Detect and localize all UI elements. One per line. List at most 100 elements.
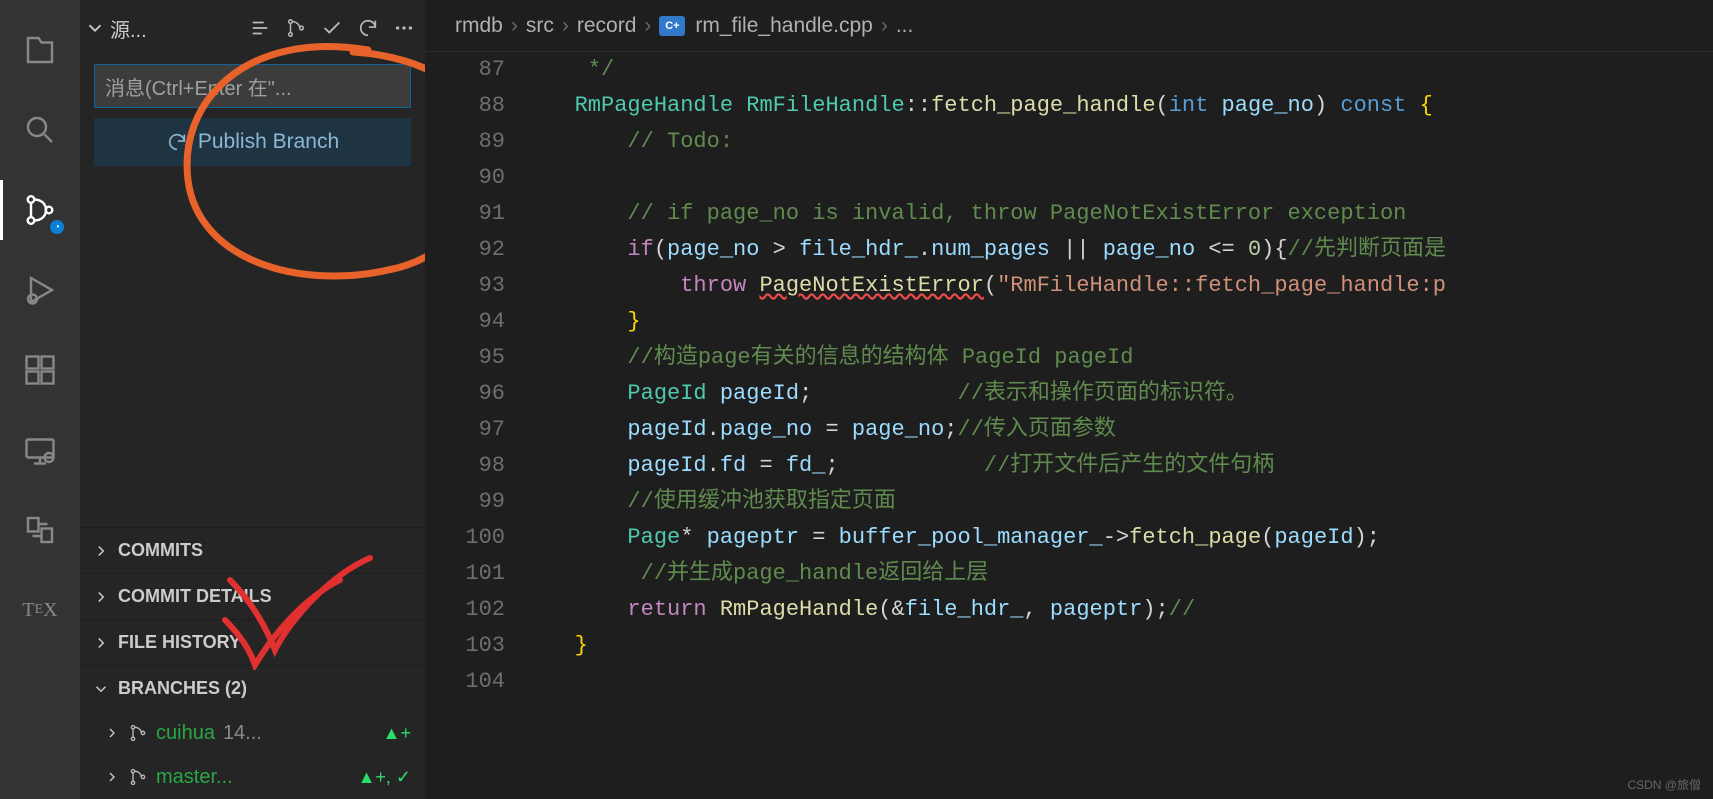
watermark: CSDN @旅僧 — [1627, 776, 1701, 793]
code-content[interactable]: //使用缓冲池获取指定页面 — [535, 484, 1713, 520]
section-commit-details-label: COMMIT DETAILS — [118, 586, 272, 607]
code-content[interactable]: */ — [535, 52, 1713, 88]
breadcrumb[interactable]: rmdb› src› record› C+ rm_file_handle.cpp… — [425, 0, 1713, 52]
branch-icon — [128, 723, 148, 743]
cpp-file-icon: C+ — [659, 16, 685, 36]
branch-row-0[interactable]: cuihua 14... ▲+ — [80, 711, 425, 755]
branch-marks: ▲+, ✓ — [358, 767, 411, 788]
code-line[interactable]: 104 — [425, 664, 1713, 700]
line-number: 90 — [425, 160, 535, 196]
code-content[interactable]: // if page_no is invalid, throw PageNotE… — [535, 196, 1713, 232]
explorer-icon[interactable] — [0, 10, 80, 90]
extensions-icon[interactable] — [0, 330, 80, 410]
branch-name: master... — [156, 766, 233, 789]
code-line[interactable]: 96 PageId pageId; //表示和操作页面的标识符。 — [425, 376, 1713, 412]
code-line[interactable]: 97 pageId.page_no = page_no;//传入页面参数 — [425, 412, 1713, 448]
line-number: 101 — [425, 556, 535, 592]
line-number: 103 — [425, 628, 535, 664]
code-content[interactable]: pageId.fd = fd_; //打开文件后产生的文件句柄 — [535, 448, 1713, 484]
line-number: 99 — [425, 484, 535, 520]
code-content[interactable]: } — [535, 628, 1713, 664]
line-number: 92 — [425, 232, 535, 268]
code-content[interactable]: if(page_no > file_hdr_.num_pages || page… — [535, 232, 1713, 268]
line-number: 102 — [425, 592, 535, 628]
code-line[interactable]: 89 // Todo: — [425, 124, 1713, 160]
code-line[interactable]: 101 //并生成page_handle返回给上层 — [425, 556, 1713, 592]
publish-branch-label: Publish Branch — [198, 130, 339, 154]
code-content[interactable] — [535, 160, 1713, 196]
crumb-tail[interactable]: ... — [896, 14, 914, 38]
publish-branch-button[interactable]: Publish Branch — [94, 118, 411, 166]
code-line[interactable]: 94 } — [425, 304, 1713, 340]
sync-icon[interactable] — [0, 490, 80, 570]
sidebar: 源... 消息(Ctrl+Enter 在"... Publish Branch … — [80, 0, 425, 799]
branch-name: cuihua — [156, 722, 215, 745]
chevron-right-icon — [92, 634, 110, 652]
code-content[interactable]: //构造page有关的信息的结构体 PageId pageId — [535, 340, 1713, 376]
code-content[interactable]: throw PageNotExistError("RmFileHandle::f… — [535, 268, 1713, 304]
code-content[interactable]: } — [535, 304, 1713, 340]
branch-trailing: 14... — [223, 722, 262, 745]
code-line[interactable]: 92 if(page_no > file_hdr_.num_pages || p… — [425, 232, 1713, 268]
sidebar-title-row: 源... — [80, 0, 425, 56]
chevron-right-icon — [104, 769, 120, 785]
run-debug-icon[interactable] — [0, 250, 80, 330]
tex-icon[interactable]: TEX — [0, 570, 80, 650]
code-line[interactable]: 91 // if page_no is invalid, throw PageN… — [425, 196, 1713, 232]
code-line[interactable]: 102 return RmPageHandle(&file_hdr_, page… — [425, 592, 1713, 628]
code-line[interactable]: 100 Page* pageptr = buffer_pool_manager_… — [425, 520, 1713, 556]
branch-row-1[interactable]: master... ▲+, ✓ — [80, 755, 425, 799]
code-content[interactable]: return RmPageHandle(&file_hdr_, pageptr)… — [535, 592, 1713, 628]
scm-clock-badge: ◔ — [48, 218, 66, 236]
code-content[interactable]: Page* pageptr = buffer_pool_manager_->fe… — [535, 520, 1713, 556]
line-number: 100 — [425, 520, 535, 556]
code-content[interactable] — [535, 664, 1713, 700]
line-number: 94 — [425, 304, 535, 340]
remote-icon[interactable] — [0, 410, 80, 490]
code-line[interactable]: 103 } — [425, 628, 1713, 664]
chevron-down-icon — [92, 680, 110, 698]
section-branches[interactable]: BRANCHES (2) — [80, 665, 425, 711]
line-number: 95 — [425, 340, 535, 376]
crumb-1[interactable]: src — [526, 14, 554, 38]
code-line[interactable]: 93 throw PageNotExistError("RmFileHandle… — [425, 268, 1713, 304]
branch-action-icon[interactable] — [285, 17, 307, 39]
section-file-history[interactable]: FILE HISTORY — [80, 619, 425, 665]
code-area[interactable]: 87 */88 RmPageHandle RmFileHandle::fetch… — [425, 52, 1713, 799]
line-number: 87 — [425, 52, 535, 88]
code-content[interactable]: PageId pageId; //表示和操作页面的标识符。 — [535, 376, 1713, 412]
code-content[interactable]: //并生成page_handle返回给上层 — [535, 556, 1713, 592]
line-number: 97 — [425, 412, 535, 448]
crumb-0[interactable]: rmdb — [455, 14, 503, 38]
section-branches-label: BRANCHES (2) — [118, 678, 247, 699]
chevron-down-icon[interactable] — [84, 17, 106, 39]
code-line[interactable]: 95 //构造page有关的信息的结构体 PageId pageId — [425, 340, 1713, 376]
section-commits[interactable]: COMMITS — [80, 527, 425, 573]
source-control-icon[interactable]: ◔ — [0, 170, 80, 250]
search-icon[interactable] — [0, 90, 80, 170]
sidebar-title-label: 源... — [110, 14, 245, 43]
code-line[interactable]: 90 — [425, 160, 1713, 196]
code-line[interactable]: 87 */ — [425, 52, 1713, 88]
crumb-file[interactable]: rm_file_handle.cpp — [695, 14, 872, 38]
commit-message-input[interactable]: 消息(Ctrl+Enter 在"... — [94, 64, 411, 108]
code-content[interactable]: // Todo: — [535, 124, 1713, 160]
line-number: 93 — [425, 268, 535, 304]
more-icon[interactable] — [393, 17, 415, 39]
code-content[interactable]: pageId.page_no = page_no;//传入页面参数 — [535, 412, 1713, 448]
activity-bar: ◔ TEX — [0, 0, 80, 799]
view-list-icon[interactable] — [249, 17, 271, 39]
code-line[interactable]: 88 RmPageHandle RmFileHandle::fetch_page… — [425, 88, 1713, 124]
commit-check-icon[interactable] — [321, 17, 343, 39]
refresh-icon[interactable] — [357, 17, 379, 39]
line-number: 96 — [425, 376, 535, 412]
line-number: 88 — [425, 88, 535, 124]
chevron-right-icon — [92, 542, 110, 560]
code-line[interactable]: 98 pageId.fd = fd_; //打开文件后产生的文件句柄 — [425, 448, 1713, 484]
line-number: 91 — [425, 196, 535, 232]
code-line[interactable]: 99 //使用缓冲池获取指定页面 — [425, 484, 1713, 520]
code-content[interactable]: RmPageHandle RmFileHandle::fetch_page_ha… — [535, 88, 1713, 124]
line-number: 104 — [425, 664, 535, 700]
crumb-2[interactable]: record — [577, 14, 637, 38]
section-commit-details[interactable]: COMMIT DETAILS — [80, 573, 425, 619]
